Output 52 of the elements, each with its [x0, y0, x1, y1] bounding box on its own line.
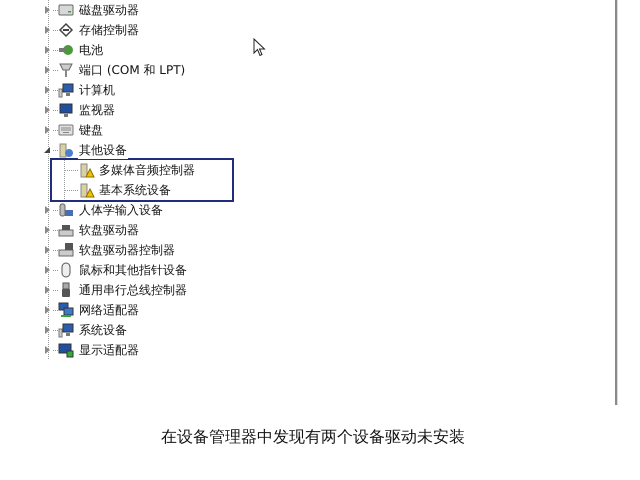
warning-icon: [79, 182, 95, 198]
monitor-icon: [58, 102, 74, 118]
expand-arrow-icon[interactable]: [45, 226, 50, 234]
expand-arrow-icon[interactable]: [45, 246, 50, 254]
computer-icon: [58, 322, 74, 338]
network-icon: [58, 302, 74, 318]
tree-item[interactable]: 监视器: [78, 102, 116, 118]
tree-item[interactable]: 系统设备: [78, 322, 128, 338]
expand-arrow-icon[interactable]: [45, 46, 50, 54]
expand-arrow-icon[interactable]: [45, 286, 50, 294]
tree-item[interactable]: 电池: [78, 42, 104, 58]
expand-arrow-icon[interactable]: [45, 66, 50, 74]
expand-arrow-icon[interactable]: [45, 26, 50, 34]
disk-drive-icon: [58, 2, 74, 18]
tree-item[interactable]: 网络适配器: [78, 302, 140, 318]
expand-arrow-icon[interactable]: [45, 266, 50, 274]
expand-arrow-icon[interactable]: [45, 6, 50, 14]
tree-item[interactable]: 键盘: [78, 122, 104, 138]
tree-item[interactable]: 磁盘驱动器: [78, 2, 140, 18]
tree-item[interactable]: 多媒体音频控制器: [98, 162, 196, 178]
tree-item[interactable]: 基本系统设备: [98, 182, 172, 198]
port-icon: [58, 62, 74, 78]
collapse-arrow-icon[interactable]: [44, 147, 50, 153]
caption-text: 在设备管理器中发现有两个设备驱动未安装: [160, 426, 466, 448]
expand-arrow-icon[interactable]: [45, 346, 50, 354]
device-icon: [58, 142, 74, 158]
input-device-icon: [58, 202, 74, 218]
tree-item[interactable]: 软盘驱动器控制器: [78, 242, 176, 258]
tree-item[interactable]: 存储控制器: [78, 22, 140, 38]
tree-item[interactable]: 其他设备: [78, 142, 128, 158]
battery-icon: [58, 42, 74, 58]
floppy-drive-icon: [58, 242, 74, 258]
expand-arrow-icon[interactable]: [45, 206, 50, 214]
tree-item[interactable]: 软盘驱动器: [78, 222, 140, 238]
warning-icon: [79, 162, 95, 178]
tree-item[interactable]: 通用串行总线控制器: [78, 282, 188, 298]
tree-item[interactable]: 计算机: [78, 82, 116, 98]
tree-item[interactable]: 人体学输入设备: [78, 202, 164, 218]
floppy-drive-icon: [58, 222, 74, 238]
storage-icon: [58, 22, 74, 38]
computer-icon: [58, 82, 74, 98]
tree-item[interactable]: 端口 (COM 和 LPT): [78, 62, 186, 78]
expand-arrow-icon[interactable]: [45, 106, 50, 114]
tree-item[interactable]: 显示适配器: [78, 342, 140, 358]
expand-arrow-icon[interactable]: [45, 126, 50, 134]
mouse-pointer-icon: [253, 38, 266, 57]
expand-arrow-icon[interactable]: [45, 86, 50, 94]
expand-arrow-icon[interactable]: [45, 326, 50, 334]
expand-arrow-icon[interactable]: [45, 306, 50, 314]
tree-item[interactable]: 鼠标和其他指针设备: [78, 262, 188, 278]
keyboard-icon: [58, 122, 74, 138]
display-icon: [58, 342, 74, 358]
